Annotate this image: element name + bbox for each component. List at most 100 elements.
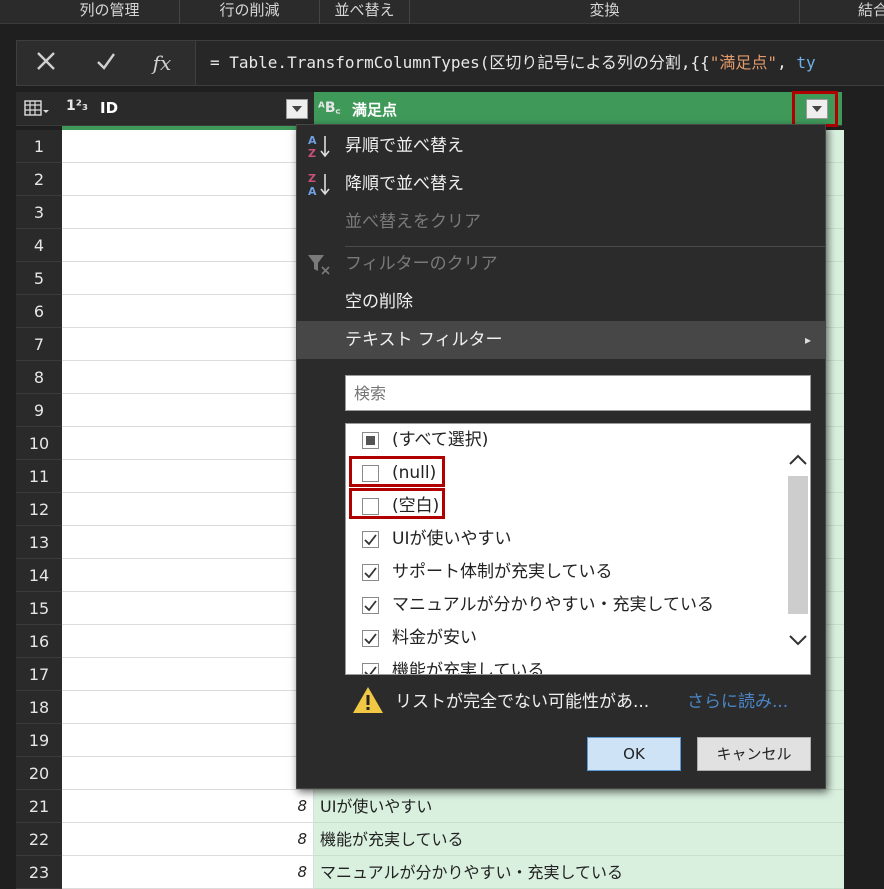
row-number[interactable]: 21 <box>16 790 62 823</box>
row-number[interactable]: 7 <box>16 328 62 361</box>
id-cell[interactable] <box>62 427 314 460</box>
row-number[interactable]: 16 <box>16 625 62 658</box>
table-row[interactable]: 22 8 機能が充実している <box>16 823 844 856</box>
id-cell[interactable] <box>62 559 314 592</box>
row-number[interactable]: 2 <box>16 163 62 196</box>
clear-filter-item[interactable]: フィルターのクリア <box>297 245 825 283</box>
column-header-satisfaction[interactable]: ᴬB꜀ 満足点 <box>314 92 842 126</box>
satisfaction-cell[interactable]: 機能が充実している <box>314 823 844 856</box>
sort-ascending-item[interactable]: AZ 昇順で並べ替え <box>297 127 825 165</box>
id-cell[interactable] <box>62 130 314 163</box>
filter-checkbox[interactable] <box>362 597 379 614</box>
id-cell[interactable]: 8 <box>62 856 314 889</box>
table-row[interactable]: 21 8 UIが使いやすい <box>16 790 844 823</box>
id-cell[interactable] <box>62 229 314 262</box>
text-filters-item[interactable]: テキスト フィルター ▸ <box>297 321 825 359</box>
id-cell[interactable] <box>62 658 314 691</box>
filter-list-item[interactable]: UIが使いやすい <box>346 523 786 556</box>
filter-item-label: 機能が充実している <box>392 661 545 675</box>
whole-number-type-icon[interactable]: 1²₃ <box>66 98 88 114</box>
sort-descending-item[interactable]: ZA 降順で並べ替え <box>297 165 825 203</box>
clear-filter-icon <box>305 245 333 283</box>
ok-button[interactable]: OK <box>587 737 681 771</box>
id-cell[interactable] <box>62 295 314 328</box>
id-cell[interactable] <box>62 163 314 196</box>
cancel-formula-button[interactable] <box>17 41 75 85</box>
row-number[interactable]: 9 <box>16 394 62 427</box>
row-number[interactable]: 19 <box>16 724 62 757</box>
id-cell[interactable] <box>62 691 314 724</box>
filter-checkbox[interactable] <box>362 564 379 581</box>
filter-search-input[interactable] <box>345 375 811 411</box>
row-number[interactable]: 1 <box>16 130 62 163</box>
id-cell[interactable] <box>62 361 314 394</box>
id-cell[interactable] <box>62 460 314 493</box>
row-number[interactable]: 11 <box>16 460 62 493</box>
column-header-id[interactable]: 1²₃ ID <box>62 92 314 126</box>
highlight-box <box>792 91 838 127</box>
load-more-link[interactable]: さらに読み... <box>687 687 788 712</box>
ribbon-group-combine: 結合 <box>858 1 884 19</box>
row-number[interactable]: 20 <box>16 757 62 790</box>
row-number[interactable]: 23 <box>16 856 62 889</box>
filter-item-label: 料金が安い <box>392 628 477 648</box>
scrollbar-thumb[interactable] <box>788 476 808 614</box>
sort-descending-icon: ZA <box>305 165 333 203</box>
id-cell[interactable] <box>62 592 314 625</box>
column-name: 満足点 <box>352 101 398 119</box>
id-cell[interactable] <box>62 724 314 757</box>
row-number[interactable]: 18 <box>16 691 62 724</box>
sort-ascending-icon: AZ <box>305 127 333 165</box>
filter-checkbox[interactable] <box>362 663 379 674</box>
id-cell[interactable]: 8 <box>62 823 314 856</box>
column-filter-menu: AZ 昇順で並べ替え ZA 降順で並べ替え 並べ替えをクリア フィルターのクリア… <box>296 124 826 789</box>
row-number[interactable]: 15 <box>16 592 62 625</box>
filter-list-item[interactable]: (すべて選択) <box>346 424 786 457</box>
id-cell[interactable] <box>62 757 314 790</box>
id-cell[interactable] <box>62 196 314 229</box>
satisfaction-cell[interactable]: マニュアルが分かりやすい・充実している <box>314 856 844 889</box>
close-icon <box>35 50 57 76</box>
table-menu-button[interactable] <box>16 92 62 126</box>
formula-bar: fx = Table.TransformColumnTypes(区切り記号による… <box>16 40 884 86</box>
id-cell[interactable] <box>62 493 314 526</box>
row-number[interactable]: 8 <box>16 361 62 394</box>
id-cell[interactable] <box>62 328 314 361</box>
scroll-down-icon[interactable] <box>786 628 810 652</box>
row-number[interactable]: 14 <box>16 559 62 592</box>
id-cell[interactable] <box>62 394 314 427</box>
row-number[interactable]: 5 <box>16 262 62 295</box>
filter-checkbox[interactable] <box>362 630 379 647</box>
column-filter-button[interactable] <box>286 99 308 119</box>
id-cell[interactable]: 8 <box>62 790 314 823</box>
svg-text:Z: Z <box>308 172 316 185</box>
filter-list-item[interactable]: マニュアルが分かりやすい・充実している <box>346 589 786 622</box>
table-row[interactable]: 23 8 マニュアルが分かりやすい・充実している <box>16 856 844 889</box>
commit-formula-button[interactable] <box>77 41 135 85</box>
id-cell[interactable] <box>62 526 314 559</box>
filter-list-item[interactable]: サポート体制が充実している <box>346 556 786 589</box>
id-cell[interactable] <box>62 262 314 295</box>
row-number[interactable]: 4 <box>16 229 62 262</box>
row-number[interactable]: 13 <box>16 526 62 559</box>
row-number[interactable]: 10 <box>16 427 62 460</box>
row-number[interactable]: 12 <box>16 493 62 526</box>
cancel-button[interactable]: キャンセル <box>697 737 811 771</box>
row-number[interactable]: 3 <box>16 196 62 229</box>
satisfaction-cell[interactable]: UIが使いやすい <box>314 790 844 823</box>
row-number[interactable]: 17 <box>16 658 62 691</box>
filter-list-item[interactable]: 機能が充実している <box>346 655 786 675</box>
row-number[interactable]: 6 <box>16 295 62 328</box>
clear-sort-item[interactable]: 並べ替えをクリア <box>297 203 825 241</box>
scroll-up-icon[interactable] <box>786 448 810 472</box>
formula-input[interactable]: = Table.TransformColumnTypes(区切り記号による列の分… <box>195 41 884 85</box>
text-type-icon[interactable]: ᴬB꜀ <box>318 98 340 117</box>
insert-function-button[interactable]: fx <box>133 41 191 85</box>
remove-empty-item[interactable]: 空の削除 <box>297 283 825 321</box>
filter-list-item[interactable]: 料金が安い <box>346 622 786 655</box>
filter-checkbox[interactable] <box>362 432 379 449</box>
list-scrollbar[interactable] <box>786 424 810 674</box>
id-cell[interactable] <box>62 625 314 658</box>
row-number[interactable]: 22 <box>16 823 62 856</box>
filter-checkbox[interactable] <box>362 531 379 548</box>
